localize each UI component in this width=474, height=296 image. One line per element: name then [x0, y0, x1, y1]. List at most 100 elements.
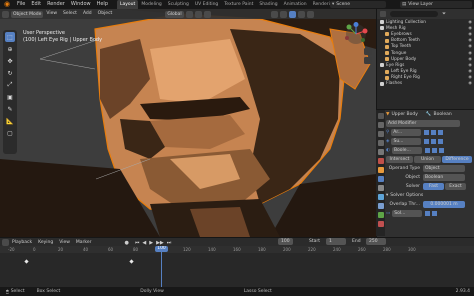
pivot-icon[interactable]	[185, 10, 193, 18]
cursor-tool-icon[interactable]: ⊕	[5, 44, 15, 54]
transform-tool-icon[interactable]: ▣	[5, 92, 15, 102]
mode-dropdown[interactable]: Object Mode	[11, 10, 44, 18]
tab-animation[interactable]: Animation	[281, 0, 310, 9]
menu-add[interactable]: Add	[80, 9, 95, 19]
keyframe-marker[interactable]	[129, 259, 134, 264]
object-field[interactable]: Boolean	[423, 174, 465, 181]
add-modifier-button[interactable]: Add Modifier	[386, 120, 460, 127]
visibility-eye-icon[interactable]: ◉	[468, 57, 472, 62]
menu-edit[interactable]: Edit	[28, 0, 44, 9]
visibility-eye-icon[interactable]: ◉	[468, 75, 472, 80]
modifier-props-icon[interactable]	[377, 176, 384, 182]
visibility-eye-icon[interactable]: ◉	[468, 20, 472, 25]
visibility-eye-icon[interactable]: ◉	[468, 38, 472, 43]
shading-material-icon[interactable]	[297, 10, 305, 18]
prev-key-icon[interactable]: ◀	[142, 240, 146, 246]
menu-view[interactable]: View	[43, 9, 60, 19]
visibility-eye-icon[interactable]: ◉	[468, 69, 472, 74]
menu-object[interactable]: Object	[95, 9, 116, 19]
modifier-boolean-name[interactable]: Boole...	[391, 147, 422, 154]
play-icon[interactable]: ▶	[149, 240, 153, 246]
tab-layout[interactable]: Layout	[117, 0, 139, 9]
constraints-props-icon[interactable]	[377, 203, 384, 209]
modifier-armature-name[interactable]: Ar...	[391, 129, 422, 136]
edit-mode-toggle-icon[interactable]	[424, 130, 430, 135]
particles-props-icon[interactable]	[377, 185, 384, 191]
world-props-icon[interactable]	[377, 158, 384, 164]
outliner-search-field[interactable]	[390, 11, 438, 17]
modifier-subsurf-row[interactable]: ◈ Su...	[386, 137, 473, 146]
outliner-editor-icon[interactable]	[380, 11, 386, 17]
visibility-eye-icon[interactable]: ◉	[468, 81, 472, 86]
render-props-icon[interactable]	[377, 122, 384, 128]
tool-props-icon[interactable]	[377, 113, 384, 119]
material-props-icon[interactable]	[377, 221, 384, 227]
solver-options-row[interactable]: ▾ Solver Options	[386, 191, 473, 200]
filter-icon[interactable]: ⏷	[442, 11, 446, 17]
modifier-subsurf-name[interactable]: Su...	[391, 138, 422, 145]
shading-solid-icon[interactable]	[288, 10, 296, 18]
playhead-frame-badge[interactable]: 100	[155, 246, 168, 252]
edit-mode-toggle-icon[interactable]	[425, 211, 431, 216]
tab-modeling[interactable]: Modeling	[138, 0, 164, 9]
navigation-gizmo[interactable]	[338, 22, 374, 66]
operand-type-dropdown[interactable]: Object	[423, 165, 465, 172]
render-toggle-icon[interactable]	[438, 139, 444, 144]
render-toggle-icon[interactable]	[438, 148, 444, 153]
snap-icon[interactable]	[194, 10, 202, 18]
playhead[interactable]	[161, 246, 162, 287]
current-frame-field[interactable]: 100	[278, 238, 293, 245]
realtime-toggle-icon[interactable]	[431, 130, 437, 135]
jump-end-icon[interactable]: ⏭	[167, 240, 172, 246]
measure-tool-icon[interactable]: 📐	[5, 116, 15, 126]
realtime-toggle-icon[interactable]	[431, 139, 437, 144]
editor-type-icon[interactable]	[2, 10, 9, 18]
proportional-edit-icon[interactable]	[203, 10, 211, 18]
realtime-toggle-icon[interactable]	[431, 148, 437, 153]
menu-render[interactable]: Render	[44, 0, 68, 9]
solver-fast-button[interactable]: Fast	[423, 183, 444, 190]
render-toggle-icon[interactable]	[438, 130, 444, 135]
op-difference-button[interactable]: Difference	[442, 156, 472, 163]
modifier-boolean-row[interactable]: ◐ Boole...	[386, 146, 473, 155]
data-props-icon[interactable]	[377, 212, 384, 218]
object-props-icon[interactable]	[377, 167, 384, 173]
scale-tool-icon[interactable]: ⤢	[5, 80, 15, 90]
physics-props-icon[interactable]	[377, 194, 384, 200]
shading-render-icon[interactable]	[306, 10, 314, 18]
visibility-eye-icon[interactable]: ◉	[468, 63, 472, 68]
modifier-solidify-name[interactable]: Sol...	[392, 210, 423, 217]
visibility-eye-icon[interactable]: ◉	[468, 44, 472, 49]
tab-uv-editing[interactable]: UV Editing	[192, 0, 221, 9]
start-frame-field[interactable]: 1	[326, 238, 346, 245]
keyframe-marker[interactable]	[24, 259, 29, 264]
tab-sculpting[interactable]: Sculpting	[165, 0, 192, 9]
next-key-icon[interactable]: ▶▶	[156, 240, 164, 246]
overlays-icon[interactable]	[270, 10, 278, 18]
output-props-icon[interactable]	[377, 131, 384, 137]
tab-shading[interactable]: Shading	[256, 0, 280, 9]
menu-help[interactable]: Help	[94, 0, 111, 9]
end-frame-field[interactable]: 250	[366, 238, 386, 245]
record-icon[interactable]: ●	[124, 240, 128, 246]
visibility-eye-icon[interactable]: ◉	[468, 26, 472, 31]
blender-logo-icon[interactable]: ◉	[3, 1, 11, 8]
visibility-eye-icon[interactable]: ◉	[468, 32, 472, 37]
menu-select[interactable]: Select	[60, 9, 80, 19]
op-intersect-button[interactable]: Intersect	[386, 156, 413, 163]
timeline-editor-icon[interactable]	[2, 239, 9, 246]
tab-texture-paint[interactable]: Texture Paint	[221, 0, 256, 9]
scene-selector[interactable]: ▾ Scene	[330, 1, 386, 8]
visibility-eye-icon[interactable]: ◉	[468, 51, 472, 56]
solver-exact-button[interactable]: Exact	[445, 183, 466, 190]
add-cube-tool-icon[interactable]: ▢	[5, 128, 15, 138]
outliner-row[interactable]: Flashes ◉	[377, 81, 474, 87]
edit-mode-toggle-icon[interactable]	[424, 148, 430, 153]
scene-props-icon[interactable]	[377, 149, 384, 155]
modifier-armature-row[interactable]: ⚲ Ar...	[386, 128, 473, 137]
overlap-threshold-field[interactable]: 0.000001 m	[423, 201, 465, 208]
edit-mode-toggle-icon[interactable]	[424, 139, 430, 144]
annotate-tool-icon[interactable]: ✎	[5, 104, 15, 114]
move-tool-icon[interactable]: ✥	[5, 56, 15, 66]
modifier-solidify-row[interactable]: ▭ Sol...	[386, 209, 473, 218]
